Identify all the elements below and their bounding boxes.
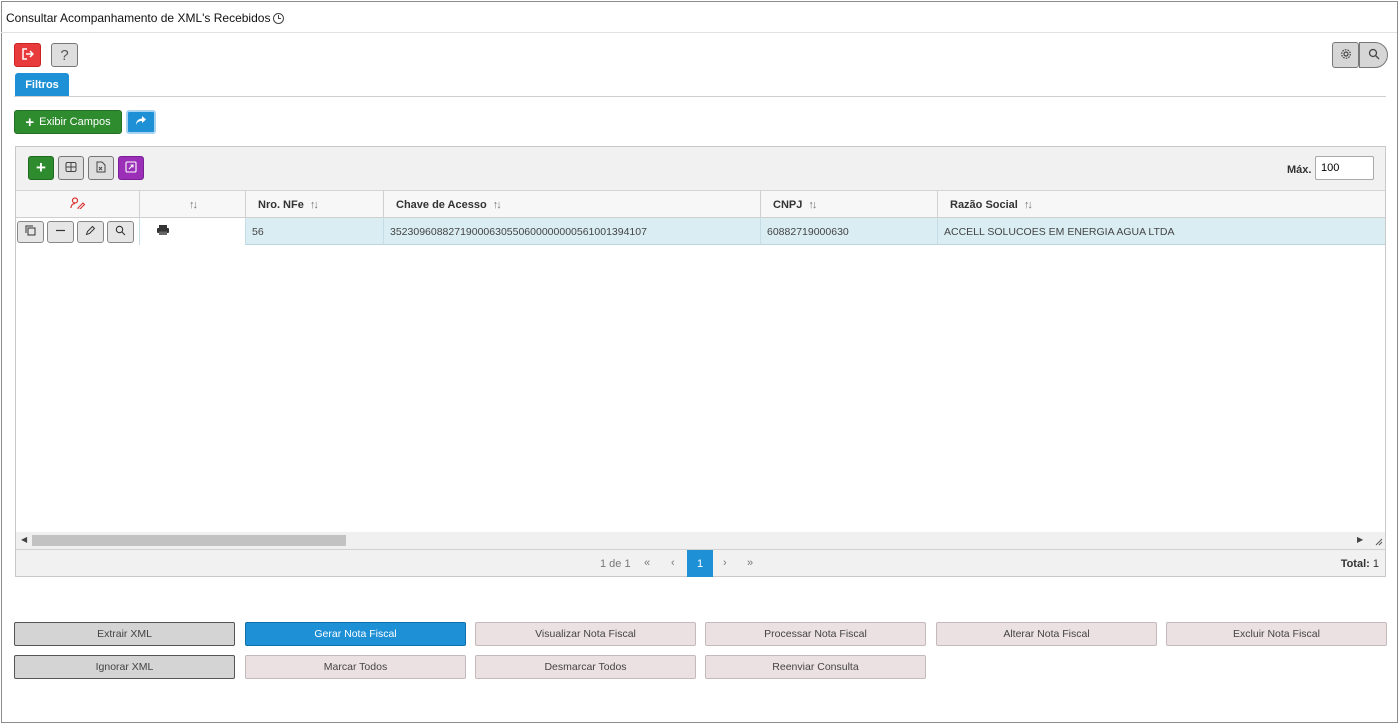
sort-icon[interactable]: ↑↓ [310, 199, 319, 211]
cell-chave-acesso: 3523096088271900063055060000000056100139… [384, 218, 761, 245]
printer-icon[interactable] [156, 224, 170, 239]
table-icon [65, 161, 77, 176]
header-chave-acesso[interactable]: Chave de Acesso ↑↓ [384, 191, 761, 218]
header-nro-nfe[interactable]: Nro. NFe ↑↓ [246, 191, 384, 218]
search-button[interactable] [1359, 42, 1388, 68]
header-actions [16, 191, 140, 218]
prev-page-icon[interactable]: ‹ [671, 557, 675, 569]
resize-grip-icon[interactable] [1373, 536, 1383, 549]
cell-nro-nfe: 56 [246, 218, 384, 245]
exit-button[interactable] [14, 43, 41, 67]
person-edit-icon[interactable] [69, 197, 86, 212]
columns-button[interactable] [58, 156, 84, 180]
exit-icon [21, 47, 35, 63]
page-info: 1 de 1 [600, 558, 631, 570]
ignorar-xml-button[interactable]: Ignorar XML [14, 655, 235, 679]
sort-icon[interactable]: ↑↓ [493, 199, 502, 211]
minus-icon [55, 225, 66, 239]
divider [1, 32, 1397, 33]
sort-icon[interactable]: ↑↓ [808, 199, 817, 211]
grid-header: ↑↓ Nro. NFe ↑↓ Chave de Acesso ↑↓ CNPJ ↑… [16, 191, 1385, 218]
view-button[interactable] [107, 221, 134, 243]
grid-toolbar: + Máx. [16, 147, 1385, 191]
tab-divider [14, 96, 1386, 97]
last-page-icon[interactable]: » [747, 557, 753, 569]
plus-icon: + [36, 158, 46, 177]
header-razao-social[interactable]: Razão Social ↑↓ [938, 191, 1385, 218]
print-cell[interactable] [140, 218, 246, 245]
header-chave-acesso-label: Chave de Acesso [396, 198, 487, 211]
page-title-bar: Consultar Acompanhamento de XML's Recebi… [6, 11, 285, 25]
horizontal-scrollbar[interactable]: ◀ ▶ [16, 532, 1385, 549]
share-icon [135, 115, 147, 129]
pagination: 1 de 1 « ‹ 1 › » Total: 1 [16, 549, 1385, 577]
excluir-nota-fiscal-button[interactable]: Excluir Nota Fiscal [1166, 622, 1387, 646]
next-page-icon[interactable]: › [723, 557, 727, 569]
extrair-xml-button[interactable]: Extrair XML [14, 622, 235, 646]
header-cnpj[interactable]: CNPJ ↑↓ [761, 191, 938, 218]
sort-icon[interactable]: ↑↓ [1024, 199, 1033, 211]
export-excel-button[interactable] [88, 156, 114, 180]
scroll-left-arrow-icon[interactable]: ◀ [21, 535, 27, 544]
search-icon [1368, 48, 1380, 63]
copy-icon [25, 225, 36, 239]
pencil-icon [85, 225, 96, 239]
reenviar-consulta-button[interactable]: Reenviar Consulta [705, 655, 926, 679]
processar-nota-fiscal-button[interactable]: Processar Nota Fiscal [705, 622, 926, 646]
add-row-button[interactable]: + [28, 156, 54, 180]
settings-button[interactable] [1332, 42, 1359, 68]
exibir-campos-button[interactable]: + Exibir Campos [14, 110, 122, 134]
expand-button[interactable] [118, 156, 144, 180]
current-page-button[interactable]: 1 [687, 550, 713, 577]
header-sort-column[interactable]: ↑↓ [140, 191, 246, 218]
header-razao-social-label: Razão Social [950, 198, 1018, 211]
total-label: Total: [1340, 558, 1370, 570]
marcar-todos-button[interactable]: Marcar Todos [245, 655, 466, 679]
alterar-nota-fiscal-button[interactable]: Alterar Nota Fiscal [936, 622, 1157, 646]
first-page-icon[interactable]: « [644, 557, 650, 569]
tab-filtros[interactable]: Filtros [15, 73, 69, 96]
clock-icon[interactable] [273, 12, 285, 24]
header-nro-nfe-label: Nro. NFe [258, 198, 304, 211]
header-cnpj-label: CNPJ [773, 198, 803, 211]
remove-button[interactable] [47, 221, 74, 243]
search-icon [115, 225, 126, 239]
gear-icon [1340, 48, 1352, 63]
scroll-right-arrow-icon[interactable]: ▶ [1357, 535, 1363, 544]
scrollbar-thumb[interactable] [32, 535, 346, 546]
share-button[interactable] [126, 110, 156, 134]
help-icon: ? [60, 46, 69, 64]
total-value: 1 [1372, 558, 1379, 570]
desmarcar-todos-button[interactable]: Desmarcar Todos [475, 655, 696, 679]
data-grid: + Máx. ↑↓ Nro. NFe [15, 146, 1386, 577]
cell-razao-social: ACCELL SOLUCOES EM ENERGIA AGUA LTDA [944, 225, 1175, 238]
sort-icon[interactable]: ↑↓ [189, 199, 198, 211]
row-actions [16, 218, 140, 245]
help-button[interactable]: ? [51, 43, 78, 67]
table-row[interactable]: 56 3523096088271900063055060000000056100… [16, 218, 1385, 245]
max-label: Máx. [1287, 164, 1312, 176]
edit-button[interactable] [77, 221, 104, 243]
exibir-campos-label: Exibir Campos [39, 116, 111, 128]
visualizar-nota-fiscal-button[interactable]: Visualizar Nota Fiscal [475, 622, 696, 646]
cell-cnpj: 60882719000630 [761, 218, 938, 245]
copy-button[interactable] [17, 221, 44, 243]
max-rows-input[interactable] [1315, 156, 1374, 180]
page-title: Consultar Acompanhamento de XML's Recebi… [6, 11, 271, 25]
plus-icon: + [25, 113, 35, 131]
gerar-nota-fiscal-button[interactable]: Gerar Nota Fiscal [245, 622, 466, 646]
total-count: Total: 1 [1341, 558, 1379, 570]
excel-file-icon [96, 161, 106, 176]
expand-icon [125, 160, 137, 176]
